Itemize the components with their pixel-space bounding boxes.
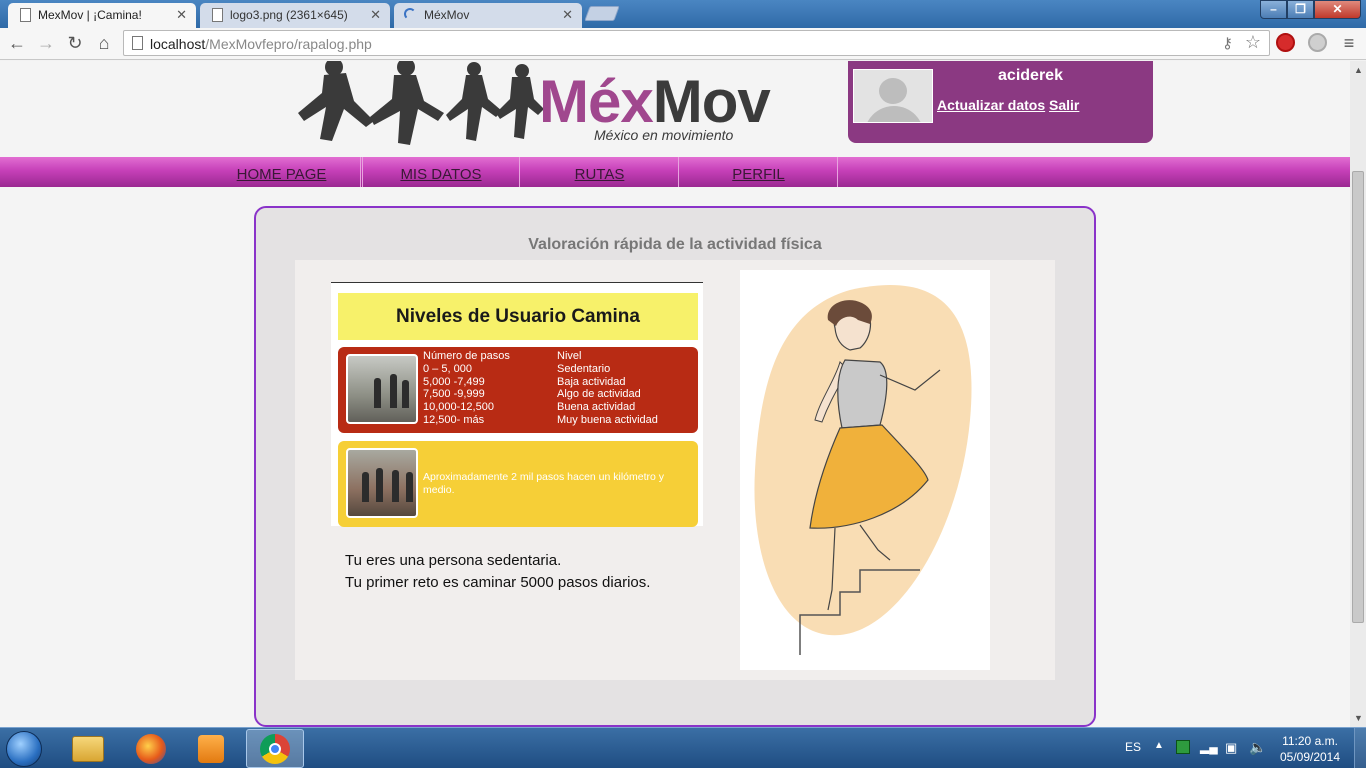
minimize-button[interactable]: – xyxy=(1260,0,1287,19)
nav-item-home-page[interactable]: HOME PAGE xyxy=(203,157,361,187)
result-line-1: Tu eres una persona sedentaria. xyxy=(345,552,562,569)
main-nav: HOME PAGE MIS DATOS RUTAS PERFIL xyxy=(0,157,1350,187)
user-links: Actualizar datos Salir xyxy=(937,97,1079,113)
web-page: MéxMov México en movimiento aciderek Act… xyxy=(0,61,1350,727)
table-row: 10,000-12,500 Buena actividad xyxy=(423,401,636,414)
runners-silhouette-icon xyxy=(298,61,544,145)
table-row: 0 – 5, 000 Sedentario xyxy=(423,362,611,375)
tab-logo3[interactable]: logo3.png (2361×645) ✕ xyxy=(200,3,390,28)
chrome-icon xyxy=(260,734,290,764)
page-title: Valoración rápida de la actividad física xyxy=(528,236,822,253)
new-tab-button[interactable] xyxy=(584,6,620,21)
levels-heading: Niveles de Usuario Camina xyxy=(338,293,698,340)
home-icon[interactable]: ⌂ xyxy=(93,32,115,54)
page-scrollbar[interactable]: ▲ ▼ xyxy=(1350,61,1366,727)
content-card: Valoración rápida de la actividad física… xyxy=(254,206,1096,727)
loading-spinner-icon xyxy=(404,8,416,20)
tab-mexmov[interactable]: MéxMov ✕ xyxy=(394,3,582,28)
table-row: 7,500 -9,999 Algo de actividad xyxy=(423,388,641,401)
volume-icon[interactable]: 🔈 xyxy=(1249,739,1266,756)
close-icon[interactable]: ✕ xyxy=(176,7,187,23)
username: aciderek xyxy=(998,67,1063,84)
language-indicator[interactable]: ES xyxy=(1125,740,1141,754)
url-text: localhost/MexMovfepro/rapalog.php xyxy=(150,36,372,52)
close-icon[interactable]: ✕ xyxy=(370,7,381,23)
brand-wordmark: MéxMov xyxy=(539,68,771,135)
update-profile-link[interactable]: Actualizar datos xyxy=(937,97,1045,113)
browser-toolbar: ← → ↻ ⌂ localhost/MexMovfepro/rapalog.ph… xyxy=(0,28,1366,60)
signal-icon[interactable]: ▂▄ xyxy=(1200,740,1218,754)
table-row: 12,500- más Muy buena actividad xyxy=(423,413,658,426)
tab-label: MexMov | ¡Camina! xyxy=(38,8,142,22)
reload-icon[interactable]: ↻ xyxy=(64,32,86,54)
firefox-icon[interactable] xyxy=(136,734,166,764)
start-button[interactable] xyxy=(6,731,42,767)
windows-taskbar: ES ▲ ▂▄ ▣ 🔈 11:20 a.m. 05/09/2014 xyxy=(0,727,1366,768)
show-hidden-icons-icon[interactable]: ▲ xyxy=(1154,740,1164,751)
bookmark-star-icon[interactable]: ☆ xyxy=(1245,32,1261,53)
media-player-icon[interactable] xyxy=(198,735,224,763)
page-icon xyxy=(20,8,31,22)
levels-table-box: Número de pasos Nivel 0 – 5, 000 Sedentari… xyxy=(338,347,698,433)
user-panel: aciderek Actualizar datos Salir xyxy=(848,61,1153,143)
nav-item-perfil[interactable]: PERFIL xyxy=(680,157,838,187)
maximize-button[interactable]: ❐ xyxy=(1287,0,1314,19)
address-bar[interactable]: localhost/MexMovfepro/rapalog.php ⚷ ☆ xyxy=(123,30,1270,56)
back-icon[interactable]: ← xyxy=(6,32,28,54)
extension-grey-icon[interactable] xyxy=(1308,33,1327,52)
woman-climbing-stairs-illustration xyxy=(740,270,990,670)
inner-panel: Niveles de Usuario Camina Número de paso… xyxy=(295,260,1055,680)
logout-link[interactable]: Salir xyxy=(1049,97,1079,113)
levels-table: Número de pasos Nivel 0 – 5, 000 Sedentari… xyxy=(423,350,658,426)
clock-time: 11:20 a.m. xyxy=(1282,734,1338,748)
scrollbar-thumb[interactable] xyxy=(1352,171,1364,623)
forward-icon[interactable]: → xyxy=(35,32,57,54)
window-close-button[interactable]: ✕ xyxy=(1314,0,1361,19)
close-icon[interactable]: ✕ xyxy=(562,7,573,23)
tab-label: MéxMov xyxy=(424,8,470,22)
scroll-up-icon[interactable]: ▲ xyxy=(1354,65,1363,75)
show-desktop-button[interactable] xyxy=(1354,728,1366,768)
steps-note: Aproximadamente 2 mil pasos hacen un kil… xyxy=(423,471,665,496)
page-icon xyxy=(132,36,143,50)
explorer-icon[interactable] xyxy=(72,736,104,762)
browser-titlebar: MexMov | ¡Camina! ✕ logo3.png (2361×645)… xyxy=(0,0,1366,28)
device-icon[interactable]: ▣ xyxy=(1225,740,1237,756)
nav-item-mis-datos[interactable]: MIS DATOS xyxy=(362,157,520,187)
result-message: Tu eres una persona sedentaria. Tu prime… xyxy=(345,550,650,594)
tab-label: logo3.png (2361×645) xyxy=(230,8,348,22)
group-walking-photo xyxy=(346,448,418,518)
extension-power-icon[interactable] xyxy=(1276,33,1295,52)
clock[interactable]: 11:20 a.m. 05/09/2014 xyxy=(1270,733,1350,765)
menu-icon[interactable]: ≡ xyxy=(1338,32,1360,54)
result-line-2: Tu primer reto es caminar 5000 pasos dia… xyxy=(345,574,651,591)
brand-tagline: México en movimiento xyxy=(594,127,734,143)
scroll-down-icon[interactable]: ▼ xyxy=(1354,713,1363,723)
page-icon xyxy=(212,8,223,22)
chrome-taskbar-button[interactable] xyxy=(246,729,304,768)
steps-note-box: Aproximadamente 2 mil pasos hacen un kil… xyxy=(338,441,698,527)
site-logo[interactable]: MéxMov México en movimiento xyxy=(294,61,799,147)
nav-item-rutas[interactable]: RUTAS xyxy=(521,157,679,187)
key-icon[interactable]: ⚷ xyxy=(1222,34,1233,52)
levels-infographic: Niveles de Usuario Camina Número de paso… xyxy=(331,282,703,527)
walkers-photo xyxy=(346,354,418,424)
network-icon[interactable] xyxy=(1176,740,1190,754)
table-row: 5,000 -7,499 Baja actividad xyxy=(423,375,626,388)
tab-mexmov-camina[interactable]: MexMov | ¡Camina! ✕ xyxy=(8,3,196,28)
clock-date: 05/09/2014 xyxy=(1279,750,1341,764)
